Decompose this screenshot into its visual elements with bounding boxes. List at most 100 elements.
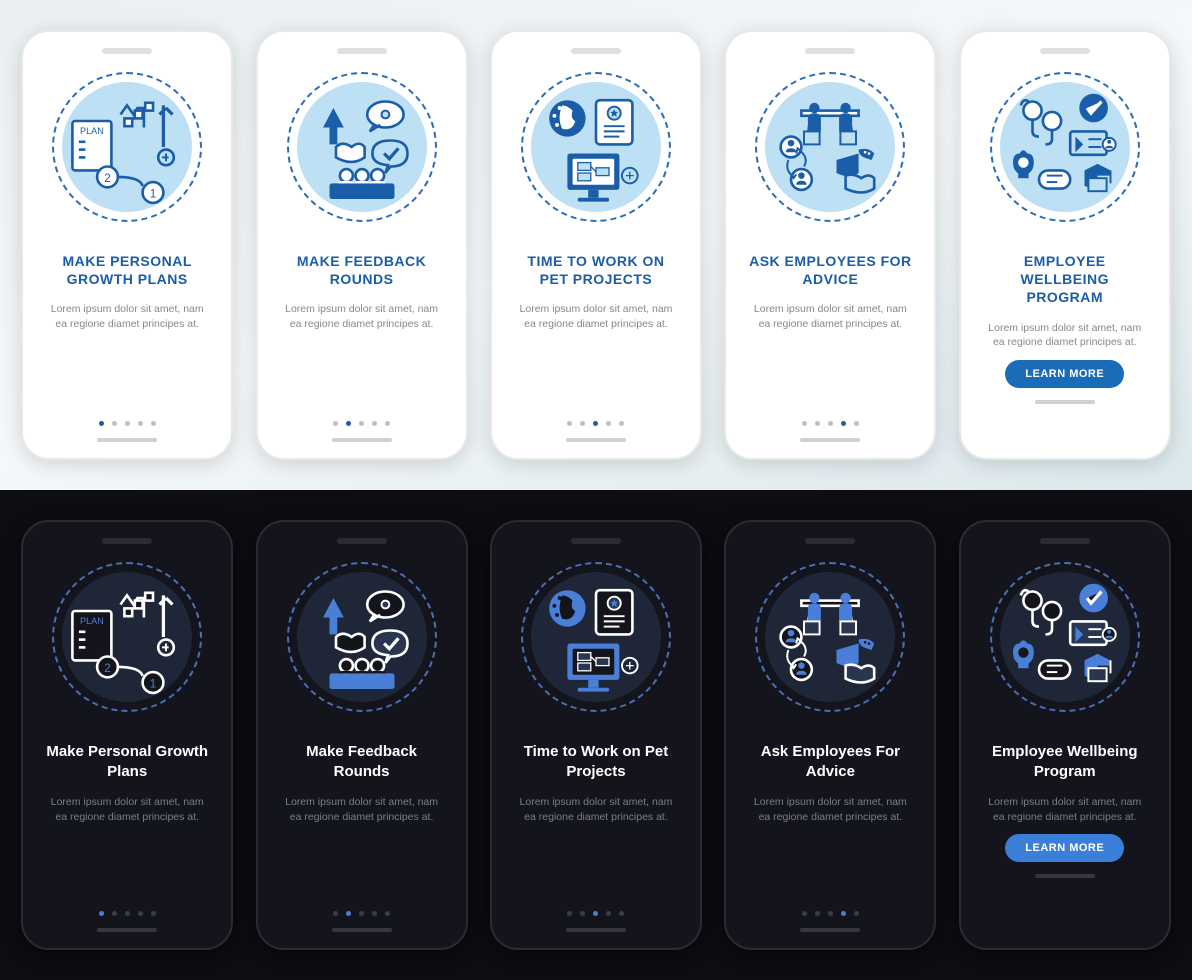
- pagination-dot[interactable]: [333, 911, 338, 916]
- phone-notch: [337, 48, 387, 54]
- pagination-dot[interactable]: [841, 911, 846, 916]
- onboarding-card-1: Make Feedback Rounds Lorem ipsum dolor si…: [256, 520, 468, 950]
- pagination-dot[interactable]: [112, 421, 117, 426]
- concept-icon: [297, 82, 427, 212]
- card-body: Lorem ipsum dolor sit amet, nam ea regio…: [504, 302, 688, 331]
- concept-icon: [765, 572, 895, 702]
- home-indicator: [97, 928, 157, 932]
- pagination-dot[interactable]: [593, 421, 598, 426]
- home-indicator: [800, 928, 860, 932]
- pagination-dot[interactable]: [138, 421, 143, 426]
- onboarding-card-4: Employee Wellbeing Program Lorem ipsum do…: [959, 520, 1171, 950]
- pagination-dot[interactable]: [346, 911, 351, 916]
- pagination-dot[interactable]: [567, 421, 572, 426]
- pagination-dot[interactable]: [841, 421, 846, 426]
- card-body: Lorem ipsum dolor sit amet, nam ea regio…: [270, 795, 454, 824]
- pagination-dot[interactable]: [385, 421, 390, 426]
- illustration: [504, 552, 688, 722]
- illustration: [973, 62, 1157, 232]
- pagination-dot[interactable]: [112, 911, 117, 916]
- pagination-dot[interactable]: [828, 421, 833, 426]
- home-indicator: [1035, 874, 1095, 878]
- pagination-dot[interactable]: [385, 911, 390, 916]
- card-title: MAKE FEEDBACK ROUNDS: [270, 252, 454, 288]
- phone-notch: [571, 48, 621, 54]
- pagination-dot[interactable]: [619, 911, 624, 916]
- card-body: Lorem ipsum dolor sit amet, nam ea regio…: [738, 795, 922, 824]
- illustration: [270, 552, 454, 722]
- card-title: Employee Wellbeing Program: [973, 742, 1157, 781]
- phone-notch: [337, 538, 387, 544]
- card-body: Lorem ipsum dolor sit amet, nam ea regio…: [973, 795, 1157, 824]
- concept-icon: PLAN21: [62, 82, 192, 212]
- pagination-dot[interactable]: [99, 421, 104, 426]
- pagination-dot[interactable]: [606, 421, 611, 426]
- pagination-dot[interactable]: [99, 911, 104, 916]
- illustration: PLAN 2 1: [35, 552, 219, 722]
- card-body: Lorem ipsum dolor sit amet, nam ea regio…: [270, 302, 454, 331]
- onboarding-card-2: Time to Work on Pet Projects Lorem ipsum …: [490, 520, 702, 950]
- pagination-dot[interactable]: [606, 911, 611, 916]
- phone-notch: [571, 538, 621, 544]
- pagination-dot[interactable]: [854, 421, 859, 426]
- card-body: Lorem ipsum dolor sit amet, nam ea regio…: [35, 795, 219, 824]
- onboarding-card-1: MAKE FEEDBACK ROUNDS Lorem ipsum dolor si…: [256, 30, 468, 460]
- pagination-dot[interactable]: [619, 421, 624, 426]
- card-body: Lorem ipsum dolor sit amet, nam ea regio…: [504, 795, 688, 824]
- pagination-dot[interactable]: [802, 421, 807, 426]
- pagination-dot[interactable]: [372, 421, 377, 426]
- pagination-dots: [738, 421, 922, 426]
- illustration: [504, 62, 688, 232]
- card-title: Make Feedback Rounds: [270, 742, 454, 781]
- phone-notch: [102, 538, 152, 544]
- card-title: ASK EMPLOYEES FOR ADVICE: [738, 252, 922, 288]
- pagination-dots: [35, 911, 219, 916]
- illustration: [973, 552, 1157, 722]
- pagination-dot[interactable]: [567, 911, 572, 916]
- pagination-dot[interactable]: [854, 911, 859, 916]
- home-indicator: [566, 438, 626, 442]
- illustration: PLAN21: [35, 62, 219, 232]
- pagination-dot[interactable]: [580, 911, 585, 916]
- card-title: Make Personal Growth Plans: [35, 742, 219, 781]
- pagination-dot[interactable]: [828, 911, 833, 916]
- onboarding-card-3: Ask Employees For AdviceLorem ipsum dolo…: [724, 520, 936, 950]
- learn-more-button[interactable]: LEARN MORE: [1005, 834, 1124, 862]
- home-indicator: [566, 928, 626, 932]
- pagination-dots: [270, 911, 454, 916]
- pagination-dot[interactable]: [580, 421, 585, 426]
- pagination-dot[interactable]: [815, 421, 820, 426]
- learn-more-button[interactable]: LEARN MORE: [1005, 360, 1124, 388]
- card-title: Time to Work on Pet Projects: [504, 742, 688, 781]
- pagination-dot[interactable]: [372, 911, 377, 916]
- pagination-dot[interactable]: [125, 421, 130, 426]
- illustration: [738, 62, 922, 232]
- pagination-dots: [270, 421, 454, 426]
- illustration: [270, 62, 454, 232]
- pagination-dot[interactable]: [346, 421, 351, 426]
- pagination-dot[interactable]: [138, 911, 143, 916]
- onboarding-card-0: PLAN 2 1 Make Personal Growth Plans Lorem ip…: [21, 520, 233, 950]
- onboarding-card-0: PLAN21MAKE PERSONAL GROWTH PLANSLorem ip…: [21, 30, 233, 460]
- svg-text:2: 2: [104, 662, 111, 675]
- concept-icon: [531, 572, 661, 702]
- svg-text:1: 1: [150, 188, 157, 201]
- concept-icon: [531, 82, 661, 212]
- pagination-dot[interactable]: [333, 421, 338, 426]
- svg-text:1: 1: [150, 678, 157, 691]
- concept-icon: [765, 82, 895, 212]
- concept-icon: [1000, 572, 1130, 702]
- svg-text:2: 2: [104, 172, 111, 185]
- card-body: Lorem ipsum dolor sit amet, nam ea regio…: [973, 321, 1157, 350]
- pagination-dot[interactable]: [359, 421, 364, 426]
- pagination-dot[interactable]: [359, 911, 364, 916]
- pagination-dot[interactable]: [593, 911, 598, 916]
- pagination-dot[interactable]: [815, 911, 820, 916]
- svg-text:PLAN: PLAN: [80, 616, 104, 626]
- pagination-dot[interactable]: [151, 911, 156, 916]
- pagination-dot[interactable]: [151, 421, 156, 426]
- onboarding-card-2: TIME TO WORK ON PET PROJECTSLorem ipsum …: [490, 30, 702, 460]
- pagination-dot[interactable]: [802, 911, 807, 916]
- home-indicator: [1035, 400, 1095, 404]
- pagination-dot[interactable]: [125, 911, 130, 916]
